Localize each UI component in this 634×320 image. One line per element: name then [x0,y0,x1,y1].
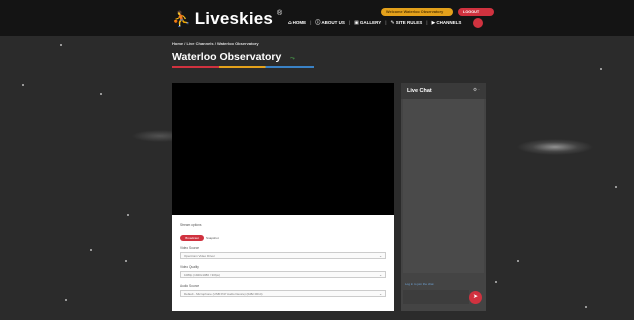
chevron-down-icon: ⌄ [379,273,382,277]
star [495,281,497,283]
chevron-down-icon: ⌄ [379,292,382,296]
video-source-select[interactable]: OpenCam Video Driver ⌄ [180,252,386,259]
star [22,84,24,86]
chat-login-link[interactable]: Log in to join the chat [405,282,434,286]
star [60,44,62,46]
logo-text: Liveskies [194,9,274,28]
chat-header: Live Chat ⚙ · [401,83,486,99]
title-underline [172,66,314,68]
info-icon: ⓘ [315,20,321,26]
page-title: Waterloo Observatory [172,51,282,63]
star [125,260,127,262]
star [600,68,602,70]
breadcrumb-separator: / [184,41,186,46]
breadcrumb: Home / Live Channels / Waterloo Observat… [172,41,259,46]
send-icon[interactable]: ➤ [469,291,482,304]
logout-button[interactable]: LOGOUT [458,8,494,16]
nav-site-rules[interactable]: ✎SITE RULES [390,20,422,26]
main-nav: ⌂HOME | ⓘABOUT US | ▣GALLERY | ✎SITE RUL… [288,19,461,27]
nav-about[interactable]: ⓘABOUT US [315,19,345,26]
star [65,299,67,301]
nav-separator: | [426,20,428,25]
video-source-label: Video Source [180,246,200,250]
breadcrumb-separator: / [214,41,216,46]
star [100,93,102,95]
account-buttons: Welcome Waterloo Observatory LOGOUT [381,8,494,16]
stream-options-label: Stream options [180,223,202,227]
logo-figure-icon: ⛹ [172,9,191,28]
channels-icon: ▶ [431,19,436,26]
chevron-down-icon: ⌄ [379,254,382,258]
nav-home[interactable]: ⌂HOME [288,20,306,26]
live-status-icon: ⤳ [290,56,295,62]
star [615,186,617,188]
stream-options-panel: Stream options Broadcast Snapshot Video … [172,215,394,311]
user-menu-button[interactable] [473,18,483,28]
video-quality-label: Video Quality [180,265,199,269]
gallery-icon: ▣ [354,19,359,26]
chat-settings-icon[interactable]: ⚙ · [473,87,480,93]
logo-registered-mark: ® [277,9,283,17]
nav-separator: | [385,20,387,25]
nav-gallery[interactable]: ▣GALLERY [354,20,381,26]
star [517,260,519,262]
audio-source-label: Audio Source [180,284,200,288]
video-quality-select[interactable]: 1080p (1920x1080 / 30fps) ⌄ [180,271,386,278]
nav-separator: | [348,20,351,25]
tab-snapshot[interactable]: Snapshot [206,235,219,241]
site-header: ⛹ Liveskies ® Welcome Waterloo Observato… [0,0,634,36]
star [127,214,129,216]
nav-channels[interactable]: ▶CHANNELS [431,20,461,26]
audio-source-select[interactable]: Default - Microphone (USB PnP Audio Devi… [180,290,386,297]
rules-icon: ✎ [390,19,395,26]
video-player[interactable] [172,83,394,215]
breadcrumb-current: Waterloo Observatory [217,41,259,46]
nav-separator: | [310,20,312,25]
chat-input[interactable] [403,290,469,304]
site-logo[interactable]: ⛹ Liveskies ® [172,9,282,29]
star [585,306,587,308]
breadcrumb-home[interactable]: Home [172,41,183,46]
home-icon: ⌂ [288,19,292,26]
welcome-button[interactable]: Welcome Waterloo Observatory [381,8,453,16]
chat-messages[interactable] [403,99,484,273]
tab-broadcast[interactable]: Broadcast [180,235,204,241]
chat-title: Live Chat [407,88,432,94]
star [90,249,92,251]
breadcrumb-live-channels[interactable]: Live Channels [187,41,214,46]
live-chat-panel: Live Chat ⚙ · Log in to join the chat ➤ [401,83,486,311]
